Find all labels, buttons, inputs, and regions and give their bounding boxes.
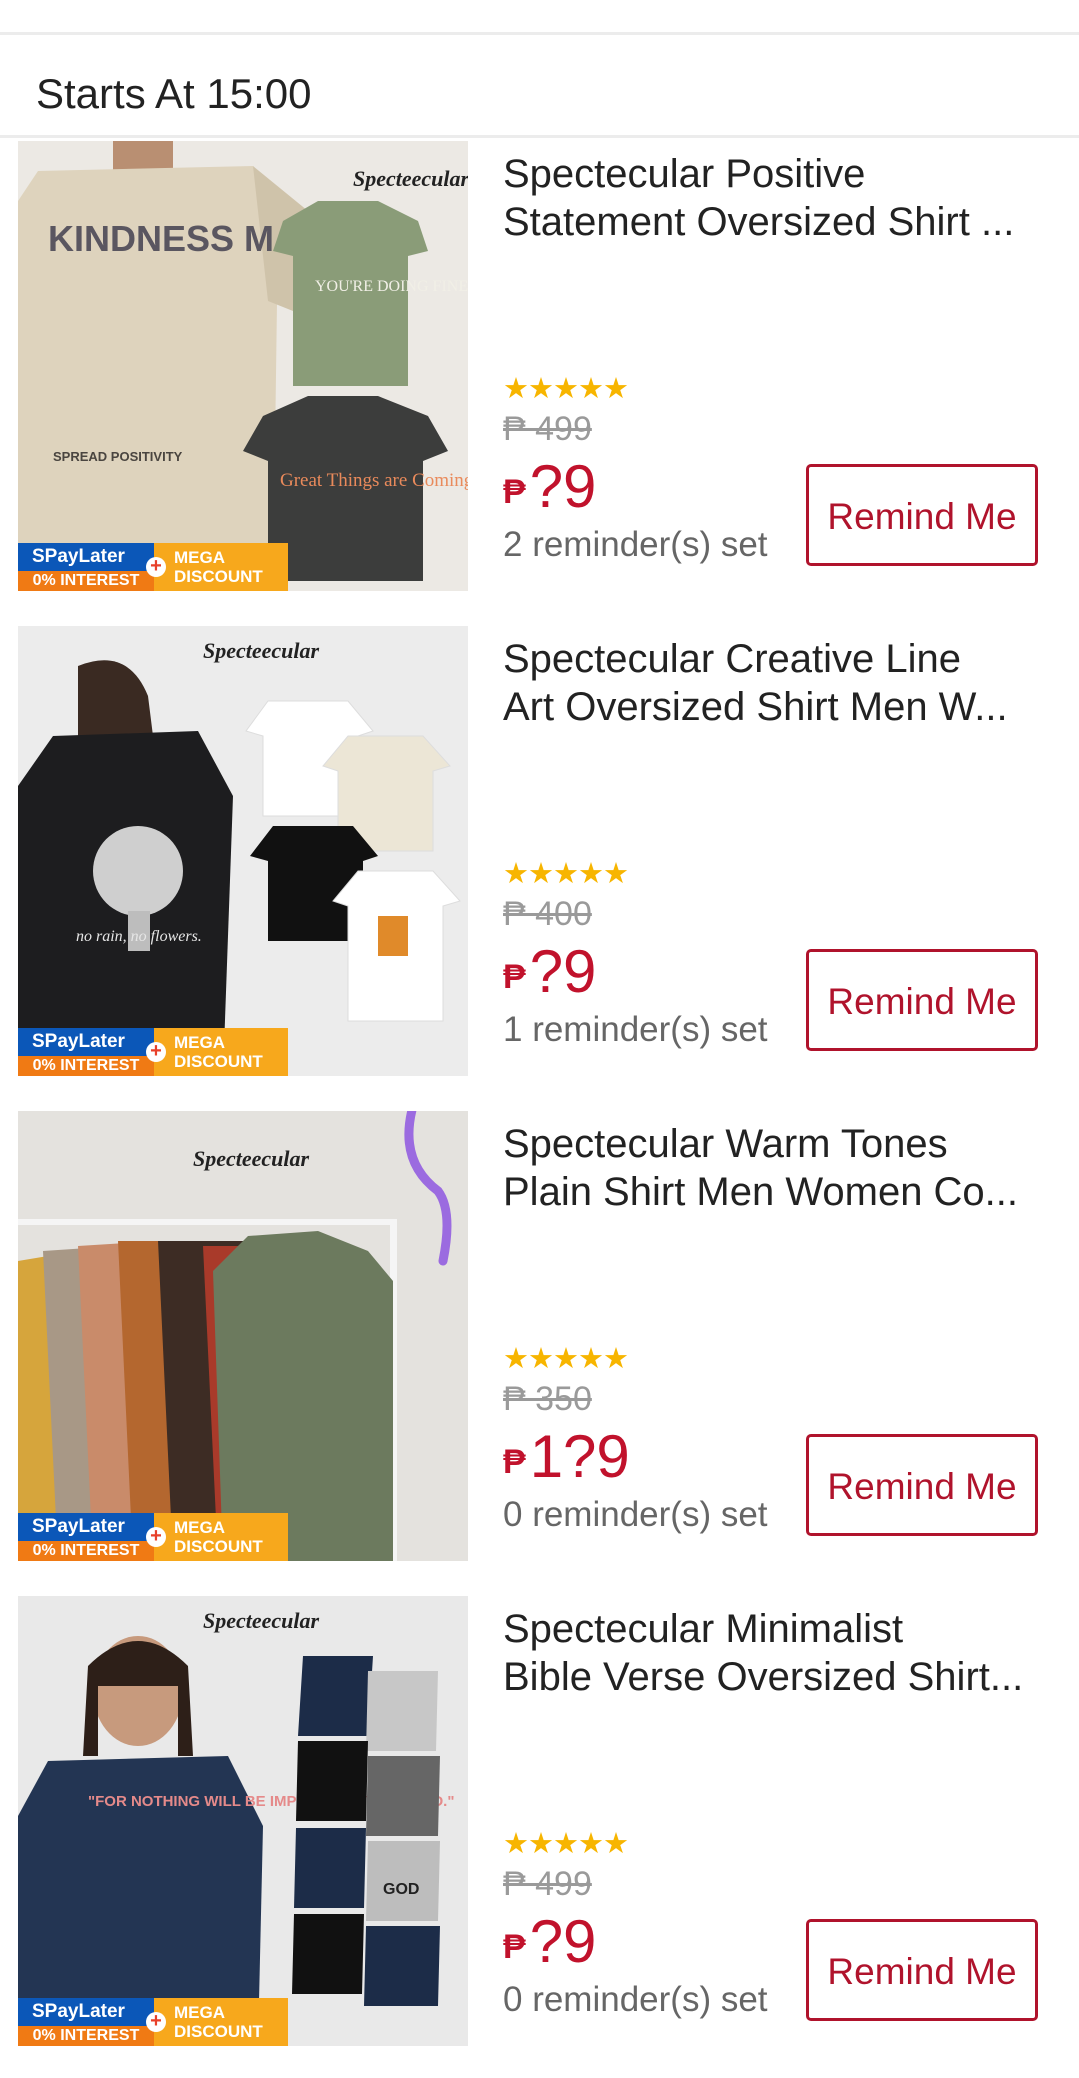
discount-label: DISCOUNT [174, 1537, 263, 1556]
flash-sale-section-header: Starts At 15:00 [0, 35, 1079, 138]
flash-price-amount: ?9 [529, 453, 597, 520]
product-title[interactable]: Spectecular Warm Tones Plain Shirt Men W… [503, 1120, 1043, 1216]
promo-badge: SPayLater 0% INTEREST + MEGA DISCOUNT [18, 1028, 288, 1076]
product-title[interactable]: Spectecular Minimalist Bible Verse Overs… [503, 1605, 1043, 1701]
product-title-line: Art Oversized Shirt Men W... [503, 685, 1008, 729]
reminder-count: 0 reminder(s) set [503, 1495, 768, 1534]
interest-label: 0% INTEREST [18, 571, 154, 591]
flash-price: ₱?9 [503, 452, 596, 521]
spaylater-label: SPayLater [32, 2001, 125, 2022]
interest-label: 0% INTEREST [18, 2026, 154, 2046]
promo-badge: SPayLater 0% INTEREST + MEGA DISCOUNT [18, 543, 288, 591]
discount-label: DISCOUNT [174, 1052, 263, 1071]
discount-label: DISCOUNT [174, 2022, 263, 2041]
product-card[interactable]: Specteecular SPayLater 0% INTEREST + MEGA D… [0, 1108, 1079, 1596]
product-title-line: Spectecular Warm Tones [503, 1122, 948, 1166]
flash-price: ₱1?9 [503, 1422, 630, 1491]
remind-me-button[interactable]: Remind Me [806, 949, 1038, 1051]
original-price: ₱ 350 [503, 1380, 592, 1418]
remind-me-button[interactable]: Remind Me [806, 464, 1038, 566]
product-card[interactable]: KINDNESS MATTERS SPREAD POSITIVITY Spect… [0, 138, 1079, 626]
brand-logo: Specteecular [203, 1608, 320, 1633]
flash-price: ₱?9 [503, 937, 596, 1006]
product-title-line: Plain Shirt Men Women Co... [503, 1170, 1019, 1214]
spaylater-label: SPayLater [32, 1031, 125, 1052]
product-image[interactable]: KINDNESS MATTERS SPREAD POSITIVITY Spect… [18, 141, 468, 591]
mega-label: MEGA [174, 2003, 225, 2022]
image-text-footer: SPREAD POSITIVITY [53, 449, 183, 464]
remind-me-button[interactable]: Remind Me [806, 1434, 1038, 1536]
original-price: ₱ 499 [503, 1865, 592, 1903]
start-time-label: Starts At 15:00 [36, 70, 312, 117]
currency-symbol: ₱ [503, 473, 526, 511]
product-title-line: Spectecular Positive [503, 152, 866, 196]
spaylater-label: SPayLater [32, 1516, 125, 1537]
top-strip [0, 0, 1079, 35]
plus-icon: + [146, 1526, 166, 1547]
product-title-line: Spectecular Creative Line [503, 637, 962, 681]
flash-price-amount: ?9 [529, 1908, 597, 1975]
remind-me-button[interactable]: Remind Me [806, 1919, 1038, 2021]
reminder-count: 0 reminder(s) set [503, 1980, 768, 2019]
original-price: ₱ 499 [503, 410, 592, 448]
product-image[interactable]: Specteecular SPayLater 0% INTEREST + MEGA D… [18, 1111, 468, 1561]
flash-price: ₱?9 [503, 1907, 596, 1976]
spaylater-label: SPayLater [32, 546, 125, 567]
discount-label: DISCOUNT [174, 567, 263, 586]
product-title[interactable]: Spectecular Creative Line Art Oversized … [503, 635, 1043, 731]
product-image[interactable]: no rain, no flowers. Specteecular SPayLa… [18, 626, 468, 1076]
rating-stars-icon: ★★★★★ [503, 858, 629, 890]
reminder-count: 1 reminder(s) set [503, 1010, 768, 1049]
product-card[interactable]: no rain, no flowers. Specteecular SPayLa… [0, 623, 1079, 1111]
product-title-line: Statement Oversized Shirt ... [503, 200, 1015, 244]
promo-badge: SPayLater 0% INTEREST + MEGA DISCOUNT [18, 1513, 288, 1561]
mega-label: MEGA [174, 548, 225, 567]
plus-icon: + [146, 2011, 166, 2032]
image-text-back: no rain, no flowers. [76, 928, 202, 945]
product-title[interactable]: Spectecular Positive Statement Oversized… [503, 150, 1043, 246]
product-title-line: Spectecular Minimalist [503, 1607, 904, 1651]
rating-stars-icon: ★★★★★ [503, 1828, 629, 1860]
brand-logo: Specteecular [203, 638, 320, 663]
image-text-shirt2: YOU'RE DOING FINE [315, 278, 468, 295]
original-price: ₱ 400 [503, 895, 592, 933]
interest-label: 0% INTEREST [18, 1541, 154, 1561]
image-text-shirt: GOD [383, 1881, 419, 1898]
image-text-shirt3: Great Things are Coming [280, 470, 468, 491]
mega-label: MEGA [174, 1033, 225, 1052]
brand-logo: Specteecular [353, 166, 468, 191]
promo-badge: SPayLater 0% INTEREST + MEGA DISCOUNT [18, 1998, 288, 2046]
rating-stars-icon: ★★★★★ [503, 1343, 629, 1375]
mega-label: MEGA [174, 1518, 225, 1537]
product-title-line: Bible Verse Oversized Shirt... [503, 1655, 1024, 1699]
plus-icon: + [146, 556, 166, 577]
product-card[interactable]: Specteecular "FOR NOTHING WILL BE IMPOSS… [0, 1593, 1079, 2078]
rating-stars-icon: ★★★★★ [503, 373, 629, 405]
plus-icon: + [146, 1041, 166, 1062]
brand-logo: Specteecular [193, 1146, 310, 1171]
reminder-count: 2 reminder(s) set [503, 525, 768, 564]
flash-price-amount: 1?9 [529, 1423, 630, 1490]
currency-symbol: ₱ [503, 1443, 526, 1481]
flash-price-amount: ?9 [529, 938, 597, 1005]
currency-symbol: ₱ [503, 1928, 526, 1966]
interest-label: 0% INTEREST [18, 1056, 154, 1076]
currency-symbol: ₱ [503, 958, 526, 996]
product-image[interactable]: Specteecular "FOR NOTHING WILL BE IMPOSS… [18, 1596, 468, 2046]
